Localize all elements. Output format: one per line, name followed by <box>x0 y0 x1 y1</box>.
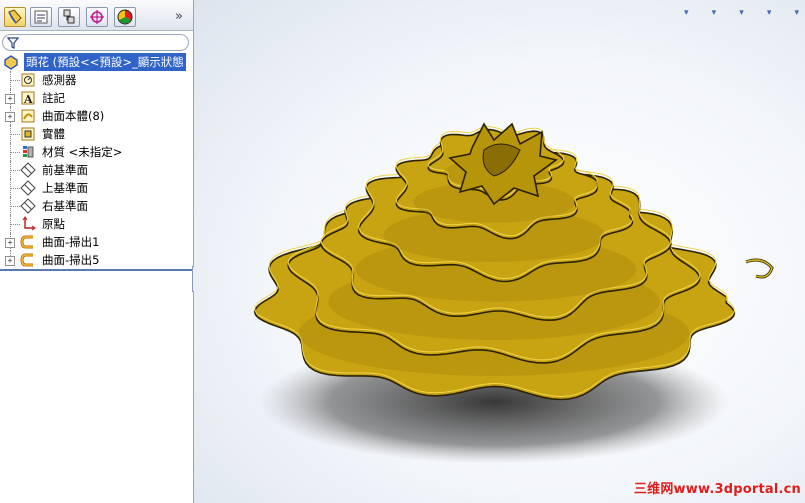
tree-item-front-plane[interactable]: 前基準面 <box>0 161 193 179</box>
plane-icon <box>20 162 36 178</box>
tree-item-solid-bodies[interactable]: 實體 <box>0 125 193 143</box>
expand-toggle-icon[interactable]: + <box>5 256 15 266</box>
tree-item-right-plane[interactable]: 右基準面 <box>0 197 193 215</box>
svg-text:A: A <box>23 93 33 106</box>
plane-icon <box>20 180 36 196</box>
tree-item-label: 材質 <未指定> <box>42 145 123 159</box>
display-manager-tab[interactable] <box>114 7 136 27</box>
tree-item-surface-bodies[interactable]: + 曲面本體(8) <box>0 107 193 125</box>
surface-sweep-icon <box>20 253 33 267</box>
sensor-icon <box>21 73 35 87</box>
tree-filter-field[interactable] <box>2 34 189 51</box>
annotation-icon: A <box>21 91 35 106</box>
watermark-text: 三维网www.3dportal.cn <box>633 482 801 497</box>
feature-manager-tab[interactable] <box>4 7 26 27</box>
tree-item-label: 右基準面 <box>42 199 88 213</box>
expand-toggle-icon[interactable]: + <box>5 238 15 248</box>
tree-item-label: 原點 <box>42 217 65 231</box>
tree-item-label: 曲面-掃出5 <box>42 253 100 267</box>
expand-toggle-icon[interactable]: + <box>5 112 15 122</box>
dimxpert-manager-icon <box>90 10 104 24</box>
surface-sweep-icon <box>20 235 33 249</box>
tree-item-label: 實體 <box>42 127 65 141</box>
tree-item-label: 曲面本體(8) <box>42 109 105 123</box>
feature-manager-panel: » 頭花 (預設<<預設>_顯示狀態 感測器 + A 註記 + 曲面本體(8) … <box>0 0 194 503</box>
graphics-viewport[interactable]: ▾ ▾ ▾ ▾ ▾ 三维网www.3dportal.cn <box>194 0 805 503</box>
property-manager-tab[interactable] <box>30 7 52 27</box>
tree-item-sensors[interactable]: 感測器 <box>0 71 193 89</box>
panel-divider <box>0 269 193 271</box>
dimxpert-manager-tab[interactable] <box>86 7 108 27</box>
surface-bodies-icon <box>21 109 35 123</box>
feature-manager-icon <box>8 9 22 24</box>
tree-item-origin[interactable]: 原點 <box>0 215 193 233</box>
tree-item-material[interactable]: 材質 <未指定> <box>0 143 193 161</box>
tree-item-surface-sweep-1[interactable]: + 曲面-掃出1 <box>0 233 193 251</box>
tree-item-label: 感測器 <box>42 73 77 87</box>
tree-item-label: 曲面-掃出1 <box>42 235 100 249</box>
tree-root-part[interactable]: 頭花 (預設<<預設>_顯示狀態 <box>0 53 193 71</box>
part-icon <box>4 55 18 70</box>
expand-toggle-icon[interactable]: + <box>5 94 15 104</box>
property-manager-icon <box>34 10 48 24</box>
tree-item-surface-sweep-5[interactable]: + 曲面-掃出5 <box>0 251 193 269</box>
configuration-manager-icon <box>63 9 75 24</box>
solid-bodies-icon <box>21 127 35 141</box>
tree-root-label: 頭花 (預設<<預設>_顯示狀態 <box>24 53 186 71</box>
tree-item-label: 上基準面 <box>42 181 88 195</box>
material-icon <box>23 146 34 158</box>
flower-model-render <box>253 122 774 464</box>
tree-item-top-plane[interactable]: 上基準面 <box>0 179 193 197</box>
tree-item-label: 前基準面 <box>42 163 88 177</box>
manager-tab-strip: » <box>0 0 193 31</box>
configuration-manager-tab[interactable] <box>58 7 80 27</box>
filter-icon <box>7 37 19 49</box>
display-manager-icon <box>117 9 133 25</box>
origin-icon <box>22 216 36 231</box>
plane-icon <box>20 198 36 214</box>
tree-item-label: 註記 <box>42 91 65 105</box>
tree-item-annotations[interactable]: + A 註記 <box>0 89 193 107</box>
expand-panel-chevron-icon[interactable]: » <box>175 9 183 24</box>
